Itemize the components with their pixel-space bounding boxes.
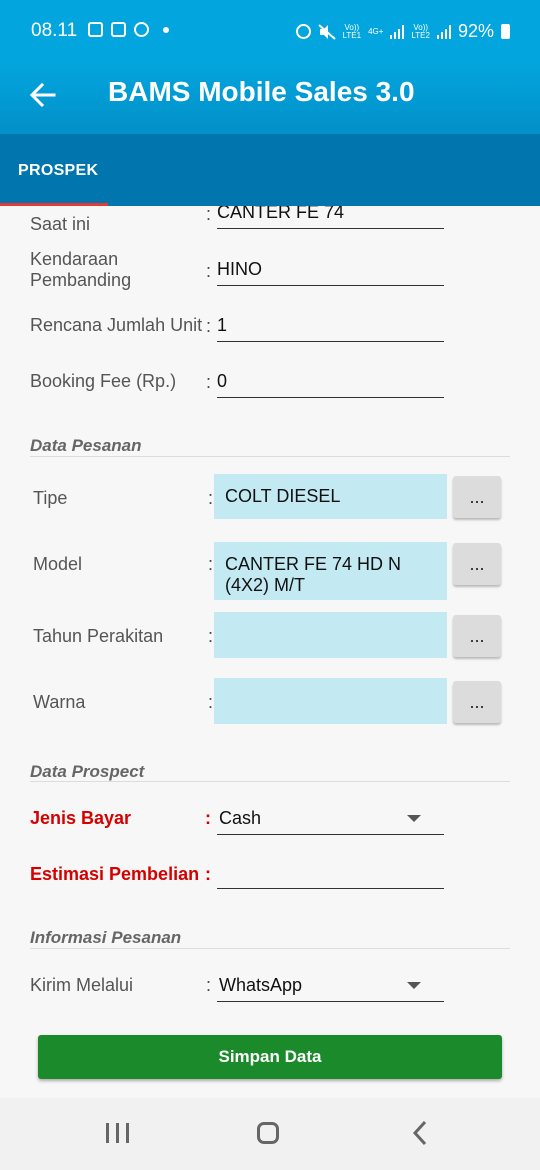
units-label: Rencana Jumlah Unit	[30, 315, 203, 335]
status-bar: 08.11 Vo)) LTE1 4G+ Vo)) LTE2 92%	[0, 0, 540, 62]
type-picker-button[interactable]: ...	[453, 476, 501, 518]
form-content[interactable]: Saat ini : CANTER FE 74 Kendaraan Pemban…	[0, 206, 540, 1098]
send-via-label: Kirim Melalui	[30, 975, 134, 995]
current-vehicle-label: Saat ini	[30, 214, 91, 234]
compare-vehicle-label: Kendaraan Pembanding	[30, 249, 132, 290]
mute-icon	[317, 23, 336, 40]
model-value: CANTER FE 74 HD N (4X2) M/T	[225, 554, 402, 595]
current-vehicle-field[interactable]: CANTER FE 74	[217, 206, 444, 229]
status-time: 08.11	[31, 20, 78, 41]
home-icon[interactable]	[257, 1122, 279, 1144]
divider	[30, 781, 510, 782]
alarm-icon	[295, 24, 311, 39]
payment-type-dropdown[interactable]: Cash	[217, 804, 444, 835]
units-field[interactable]: 1	[217, 311, 444, 342]
payment-type-value: Cash	[219, 808, 262, 828]
gallery-icon	[88, 22, 103, 37]
colon: :	[206, 261, 212, 281]
tab-bar: PROSPEK	[0, 134, 540, 206]
info-section-title: Informasi Pesanan	[30, 928, 182, 947]
send-via-dropdown[interactable]: WhatsApp	[217, 971, 444, 1002]
color-label: Warna	[33, 692, 86, 712]
system-status-icons: Vo)) LTE1 4G+ Vo)) LTE2 92%	[295, 21, 510, 42]
colon: :	[205, 864, 211, 884]
tab-label: PROSPEK	[18, 162, 99, 179]
type-label: Tipe	[33, 488, 68, 508]
more-notifications-icon	[163, 26, 169, 33]
purchase-estimate-label: Estimasi Pembelian	[30, 864, 200, 884]
arrow-left-icon[interactable]	[28, 80, 58, 110]
purchase-estimate-field[interactable]	[217, 858, 444, 889]
battery-percent: 92%	[457, 21, 494, 41]
color-field[interactable]	[214, 678, 447, 724]
booking-fee-value: 0	[217, 371, 228, 391]
payment-type-label: Jenis Bayar	[30, 808, 132, 828]
instagram-icon	[111, 22, 126, 37]
colon: :	[206, 372, 212, 392]
booking-fee-label: Booking Fee (Rp.)	[30, 371, 177, 391]
app-title: BAMS Mobile Sales 3.0	[108, 76, 415, 107]
year-field[interactable]	[214, 612, 447, 658]
units-value: 1	[217, 315, 228, 335]
model-picker-button[interactable]: ...	[453, 543, 501, 585]
notification-icons	[88, 22, 169, 37]
battery-icon	[501, 24, 510, 39]
colon: :	[208, 626, 214, 646]
booking-fee-field[interactable]: 0	[217, 367, 444, 398]
signal1-icon	[390, 24, 405, 39]
current-vehicle-value: CANTER FE 74	[217, 206, 345, 222]
app-bar: BAMS Mobile Sales 3.0	[0, 62, 540, 134]
colon: :	[208, 554, 214, 574]
send-via-value: WhatsApp	[219, 975, 303, 995]
recent-apps-icon[interactable]	[106, 1123, 129, 1143]
compare-vehicle-field[interactable]: HINO	[217, 255, 444, 286]
tab-prospek[interactable]: PROSPEK	[0, 134, 108, 206]
divider	[30, 456, 510, 457]
type-value: COLT DIESEL	[225, 486, 341, 506]
divider	[30, 948, 510, 949]
sim1-label: Vo)) LTE1	[342, 22, 362, 40]
year-label: Tahun Perakitan	[33, 626, 164, 646]
colon: :	[208, 488, 214, 508]
model-label: Model	[33, 554, 83, 574]
system-nav-bar	[0, 1098, 540, 1170]
colon: :	[208, 692, 214, 712]
colon: :	[205, 808, 211, 828]
order-section-title: Data Pesanan	[30, 436, 142, 455]
signal2-icon	[436, 24, 451, 39]
color-picker-button[interactable]: ...	[453, 681, 501, 723]
chat-icon	[134, 22, 149, 37]
type-field[interactable]: COLT DIESEL	[214, 474, 447, 519]
compare-vehicle-value: HINO	[217, 259, 262, 279]
colon: :	[206, 316, 212, 336]
colon: :	[206, 206, 212, 224]
model-field[interactable]: CANTER FE 74 HD N (4X2) M/T	[214, 542, 447, 600]
save-button[interactable]: Simpan Data	[38, 1035, 502, 1079]
colon: :	[206, 975, 212, 995]
sim2-label: Vo)) LTE2	[411, 22, 430, 40]
chevron-left-icon[interactable]	[410, 1120, 430, 1146]
caret-down-icon	[407, 982, 421, 989]
network-type-label: 4G+	[368, 26, 384, 36]
prospect-section-title: Data Prospect	[30, 762, 145, 781]
year-picker-button[interactable]: ...	[453, 615, 501, 657]
caret-down-icon	[407, 815, 421, 822]
